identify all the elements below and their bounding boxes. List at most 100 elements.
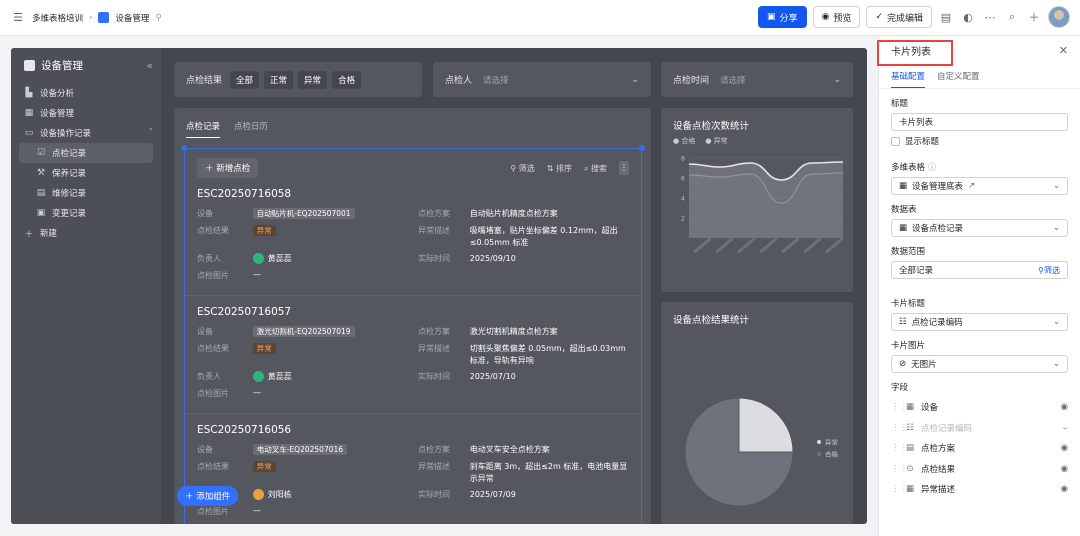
drag-handle-icon[interactable]: ⋮⋮ [891, 402, 908, 412]
range-filter-button[interactable]: ⚲筛选 [1038, 265, 1060, 276]
filter-tool[interactable]: ⚲ 筛选 [510, 163, 534, 174]
card-list-component[interactable]: ＋ 新增点检 ⚲ 筛选 ⇅ 排序 ⌕ 搜索 ⋮ ESC20250716058 设备… [184, 148, 642, 524]
eye-icon[interactable]: ◉ [1061, 484, 1068, 494]
device-value: 电动叉车-EQ202507016 [252, 444, 418, 455]
dashboard-icon [98, 12, 110, 23]
sort-tool[interactable]: ⇅ 排序 [547, 163, 572, 174]
avatar[interactable] [1048, 6, 1070, 28]
chip-all[interactable]: 全部 [230, 70, 260, 89]
image-value: — [253, 270, 261, 279]
range-select[interactable]: 全部记录 ⚲筛选 [891, 261, 1068, 279]
record-card[interactable]: ESC20250716057 设备 激光切割机-EQ202507019 点检方案 激光切… [185, 296, 641, 414]
eye-off-icon[interactable]: ⌣ [1062, 423, 1068, 433]
pie-chart: 异常合格 [684, 397, 839, 507]
chevron-down-icon: ⌄ [1052, 359, 1060, 369]
record-card[interactable]: ESC20250716056 设备 电动叉车-EQ202507016 点检方案 电动叉车… [185, 414, 641, 524]
chip-qualified[interactable]: 合格 [332, 70, 362, 89]
person-filter[interactable]: 点检人 请选择 ⌄ [433, 62, 651, 97]
resize-handle[interactable] [181, 145, 187, 151]
finish-edit-label: 完成编辑 [886, 13, 923, 24]
show-title-checkbox[interactable]: 显示标题 [891, 135, 1068, 147]
field-label: 异常描述 [417, 344, 450, 353]
chip-abnormal[interactable]: 异常 [298, 70, 328, 89]
sidebar-item-device-analysis[interactable]: ▙ 设备分析 [19, 83, 153, 103]
sidebar-item-repair[interactable]: ▤ 维修记录 [19, 183, 153, 203]
plus-icon[interactable]: ＋ [1026, 9, 1042, 25]
legend-label: 异常 [713, 137, 728, 145]
external-link-icon[interactable]: ↗ [968, 181, 975, 191]
add-component-button[interactable]: ＋ 添加组件 [177, 486, 239, 506]
sidebar-item-maintenance[interactable]: ⚒ 保养记录 [19, 163, 153, 183]
card-row: 负责人刘阳栋实际时间2025/07/09 [197, 489, 629, 506]
field-label: 点检图片 [197, 507, 229, 516]
search-icon[interactable]: ⌕ [1004, 9, 1020, 25]
table-select[interactable]: ▦ 设备点检记录 ⌄ [891, 219, 1068, 237]
sidebar-item-new[interactable]: ＋ 新建 [19, 223, 153, 243]
preview-button[interactable]: ◉ 预览 [812, 6, 861, 28]
sidebar-item-device-manage[interactable]: ▦ 设备管理 [19, 103, 153, 123]
tab-custom-config[interactable]: 自定义配置 [937, 66, 980, 88]
eye-icon[interactable]: ◉ [1061, 464, 1068, 474]
eye-icon[interactable]: ◉ [1061, 402, 1068, 412]
field-item[interactable]: ⋮⋮ ▦ 设备 ◉ [891, 397, 1068, 418]
filter-tool-label: 筛选 [518, 163, 535, 173]
base-label: 多维表格 ⓘ [891, 161, 1068, 173]
status-badge: 异常 [252, 461, 276, 472]
drag-handle-icon[interactable]: ⋮⋮ [891, 423, 908, 433]
time-placeholder: 请选择 [720, 75, 746, 86]
drag-handle-icon[interactable]: ⋮⋮ [891, 484, 908, 494]
breadcrumb-doc[interactable]: 多维表格培训 [32, 12, 83, 24]
owner-value: 黄蕊蕊 [252, 371, 418, 384]
sidebar-item-inspection[interactable]: ☑ 点检记录 [19, 143, 153, 163]
field-type-icon: ▦ [905, 402, 915, 413]
tab-basic-config[interactable]: 基础配置 [891, 66, 926, 88]
field-item[interactable]: ⋮⋮ ⊙ 点检结果 ◉ [891, 459, 1068, 480]
sidebar-item-change[interactable]: ▣ 变更记录 [19, 203, 153, 223]
eye-icon[interactable]: ◉ [1061, 443, 1068, 453]
time-filter[interactable]: 点检时间 请选择 ⌄ [661, 62, 853, 97]
field-item[interactable]: ⋮⋮ ▦ 异常描述 ◉ [891, 479, 1068, 500]
card-image-select[interactable]: ⊘ 无图片 ⌄ [891, 355, 1068, 373]
share-button[interactable]: ▣ 分享 [758, 6, 807, 28]
collapse-icon[interactable]: « [147, 60, 153, 72]
more-icon[interactable]: ⋯ [982, 9, 998, 25]
base-select[interactable]: ▦ 设备管理底表 ↗ ⌄ [891, 177, 1068, 195]
field-item[interactable]: ⋮⋮ ☷ 点检记录编码 ⌣ [891, 418, 1068, 439]
title-input[interactable]: 卡片列表 [891, 113, 1068, 131]
drag-handle-icon[interactable]: ⋮⋮ [891, 443, 908, 453]
tab-inspection-records[interactable]: 点检记录 [186, 120, 221, 138]
avatar [252, 371, 264, 382]
resize-handle[interactable] [639, 145, 645, 151]
pie-slice-异常[interactable] [738, 397, 794, 453]
breadcrumb-page[interactable]: 设备管理 [115, 12, 149, 24]
close-icon[interactable]: ✕ [1059, 44, 1068, 57]
drag-handle-icon[interactable]: ⋮⋮ [891, 464, 908, 474]
new-inspection-label: 新增点检 [216, 164, 251, 174]
result-filter-label: 点检结果 [186, 76, 223, 86]
search-tool[interactable]: ⌕ 搜索 [584, 163, 607, 174]
avatar [252, 253, 264, 264]
palette-icon[interactable]: ◐ [960, 9, 976, 25]
card-title-select[interactable]: ☷ 点检记录编码 ⌄ [891, 313, 1068, 331]
search-icon: ⌕ [583, 163, 591, 173]
field-name: 异常描述 [921, 485, 956, 496]
table-icon: ▦ [899, 181, 908, 191]
owner-value: 刘阳栋 [252, 489, 418, 502]
record-card[interactable]: ESC20250716058 设备 自动贴片机-EQ202507001 点检方案 自动贴… [185, 178, 641, 296]
new-inspection-button[interactable]: ＋ 新增点检 [197, 158, 259, 178]
finish-edit-button[interactable]: ✓ 完成编辑 [866, 6, 932, 28]
chip-normal[interactable]: 正常 [264, 70, 294, 89]
more-icon[interactable]: ⋮ [619, 161, 629, 175]
field-list: ⋮⋮ ▦ 设备 ◉ ⋮⋮ ☷ 点检记录编码 ⌣ ⋮⋮ ▤ 点检方案 ◉ ⋮⋮ ⊙ 点检结果 ◉ ⋮⋮ ▦ 异常描述 ◉ [891, 397, 1068, 500]
theme-icon[interactable]: ▤ [938, 9, 954, 25]
chevron-up-icon[interactable]: ˄ [149, 128, 153, 138]
menu-icon[interactable]: ☰ [10, 10, 26, 26]
field-label: 点检图片 [197, 389, 229, 398]
tab-inspection-calendar[interactable]: 点检日历 [234, 120, 268, 138]
pin-icon[interactable]: ⚲ [155, 13, 161, 23]
field-item[interactable]: ⋮⋮ ▤ 点检方案 ◉ [891, 438, 1068, 459]
show-title-label: 显示标题 [905, 137, 940, 147]
sidebar-item-operation-records[interactable]: ▭ 设备操作记录 ˄ [19, 123, 153, 143]
app-title-text: 设备管理 [41, 60, 83, 72]
card-row: 点检图片 — [197, 270, 629, 287]
